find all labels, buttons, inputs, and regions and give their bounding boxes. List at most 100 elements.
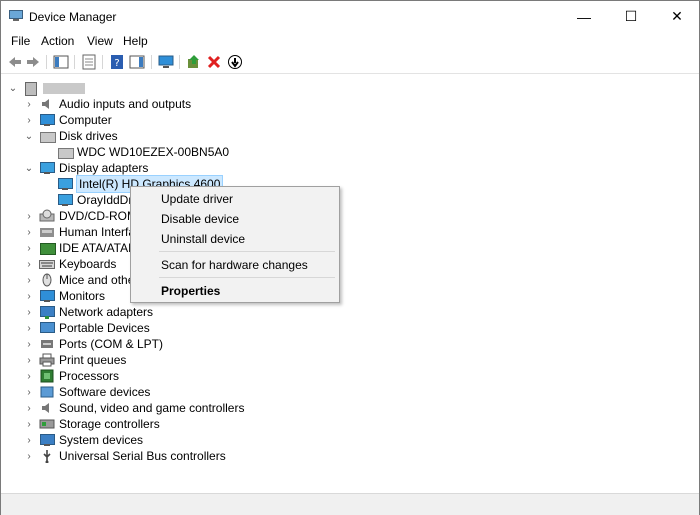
chevron-right-icon[interactable]: › xyxy=(23,320,35,336)
chevron-right-icon[interactable]: › xyxy=(23,432,35,448)
back-arrow-icon[interactable] xyxy=(7,54,23,70)
tree-item-label: Universal Serial Bus controllers xyxy=(59,449,226,463)
chevron-right-icon[interactable]: › xyxy=(23,288,35,304)
chevron-right-icon[interactable]: › xyxy=(23,304,35,320)
tree-item-ide-ata[interactable]: › IDE ATA/ATAPI xyxy=(23,240,139,256)
toolbar-separator xyxy=(74,55,75,69)
maximize-button[interactable]: ☐ xyxy=(608,1,654,32)
device-manager-icon xyxy=(9,10,23,21)
menu-help[interactable]: Help xyxy=(123,34,148,48)
toolbar-separator xyxy=(102,55,103,69)
monitor-icon xyxy=(39,289,55,303)
tree-root[interactable]: ⌄ xyxy=(7,80,85,96)
tree-item-sound-video[interactable]: › Sound, video and game controllers xyxy=(23,400,244,416)
chevron-right-icon[interactable]: › xyxy=(23,400,35,416)
tree-item-ports[interactable]: › Ports (COM & LPT) xyxy=(23,336,163,352)
chevron-right-icon[interactable]: › xyxy=(23,448,35,464)
maximize-icon: ☐ xyxy=(624,8,638,24)
forward-arrow-icon[interactable] xyxy=(25,54,41,70)
tree-item-usb-controllers[interactable]: › Universal Serial Bus controllers xyxy=(23,448,226,464)
tree-item-label: Computer xyxy=(59,113,112,127)
storage-controller-icon xyxy=(39,417,55,431)
tree-item-oray-idd-driver[interactable]: OrayIddDriv xyxy=(57,192,141,208)
system-device-icon xyxy=(39,433,55,447)
menu-item-disable-device[interactable]: Disable device xyxy=(161,212,239,226)
show-hide-console-tree-icon[interactable] xyxy=(53,54,69,70)
tree-item-label: Sound, video and game controllers xyxy=(59,401,245,415)
tree-item-portable-devices[interactable]: › Portable Devices xyxy=(23,320,149,336)
close-icon: ✕ xyxy=(671,8,683,24)
action-pane-icon[interactable] xyxy=(129,54,145,70)
toolbar-separator xyxy=(46,55,47,69)
window-title: Device Manager xyxy=(29,10,117,24)
tree-item-human-interface[interactable]: › Human Interfa xyxy=(23,224,135,240)
status-bar xyxy=(1,493,699,515)
tree-item-system-devices[interactable]: › System devices xyxy=(23,432,143,448)
tree-item-keyboards[interactable]: › Keyboards xyxy=(23,256,116,272)
tree-item-software-devices[interactable]: › Software devices xyxy=(23,384,150,400)
help-icon[interactable]: ? xyxy=(109,54,125,70)
scan-hardware-icon[interactable] xyxy=(158,54,174,70)
chevron-right-icon[interactable]: › xyxy=(23,240,35,256)
mouse-icon xyxy=(39,273,55,287)
display-adapter-icon xyxy=(57,177,73,191)
tree-item-label: Network adapters xyxy=(59,305,154,319)
uninstall-device-icon[interactable] xyxy=(206,54,222,70)
update-driver-icon[interactable] xyxy=(186,54,202,70)
chevron-right-icon[interactable]: › xyxy=(23,256,35,272)
port-icon xyxy=(39,337,55,351)
tree-item-wdc-drive[interactable]: WDC WD10EZEX-00BN5A0 xyxy=(57,144,229,160)
tree-item-label: Print queues xyxy=(59,353,127,367)
network-adapter-icon xyxy=(39,305,55,319)
chevron-right-icon[interactable]: › xyxy=(23,352,35,368)
tree-item-disk-drives[interactable]: ⌄ Disk drives xyxy=(23,128,118,144)
tree-item-network-adapters[interactable]: › Network adapters xyxy=(23,304,153,320)
tree-item-audio[interactable]: › Audio inputs and outputs xyxy=(23,96,191,112)
chevron-right-icon[interactable]: › xyxy=(23,112,35,128)
chevron-down-icon[interactable]: ⌄ xyxy=(7,80,19,96)
tree-item-mice[interactable]: › Mice and other xyxy=(23,272,138,288)
tree-item-display-adapters[interactable]: ⌄ Display adapters xyxy=(23,160,149,176)
tree-item-label: Human Interfa xyxy=(59,225,136,239)
chevron-right-icon[interactable]: › xyxy=(23,224,35,240)
chevron-right-icon[interactable]: › xyxy=(23,384,35,400)
title-bar: Device Manager — ☐ ✕ xyxy=(1,1,699,32)
tree-item-dvd-cdrom[interactable]: › DVD/CD-ROM xyxy=(23,208,137,224)
menu-item-uninstall-device[interactable]: Uninstall device xyxy=(161,232,245,246)
chevron-down-icon[interactable]: ⌄ xyxy=(23,160,35,176)
tree-item-processors[interactable]: › Processors xyxy=(23,368,119,384)
menu-item-scan-hardware[interactable]: Scan for hardware changes xyxy=(161,258,308,272)
properties-icon[interactable] xyxy=(81,54,97,70)
tree-item-label: Monitors xyxy=(59,289,106,303)
menu-view[interactable]: View xyxy=(87,34,113,48)
menu-item-properties[interactable]: Properties xyxy=(161,284,220,298)
menu-separator xyxy=(159,277,335,278)
tree-item-print-queues[interactable]: › Print queues xyxy=(23,352,126,368)
toolbar: ? xyxy=(1,51,699,74)
minimize-button[interactable]: — xyxy=(561,1,607,32)
context-menu: Update driver Disable device Uninstall d… xyxy=(130,186,340,303)
menu-file[interactable]: File xyxy=(11,34,30,48)
tree-item-monitors[interactable]: › Monitors xyxy=(23,288,105,304)
sound-icon xyxy=(39,401,55,415)
tree-item-storage-controllers[interactable]: › Storage controllers xyxy=(23,416,160,432)
disable-device-icon[interactable] xyxy=(227,54,243,70)
disk-drive-icon xyxy=(39,129,56,143)
menu-action[interactable]: Action xyxy=(41,34,74,48)
chevron-right-icon[interactable]: › xyxy=(23,416,35,432)
chevron-down-icon[interactable]: ⌄ xyxy=(23,128,35,144)
menu-item-update-driver[interactable]: Update driver xyxy=(161,192,233,206)
chevron-right-icon[interactable]: › xyxy=(23,208,35,224)
disk-drive-icon xyxy=(57,145,74,159)
minimize-icon: — xyxy=(577,8,591,25)
toolbar-separator xyxy=(151,55,152,69)
speaker-icon xyxy=(39,97,55,111)
tree-item-computer[interactable]: › Computer xyxy=(23,112,112,128)
chevron-right-icon[interactable]: › xyxy=(23,336,35,352)
chevron-right-icon[interactable]: › xyxy=(23,96,35,112)
tree-item-label: Ports (COM & LPT) xyxy=(59,337,164,351)
chevron-right-icon[interactable]: › xyxy=(23,368,35,384)
close-button[interactable]: ✕ xyxy=(654,1,700,32)
tree-item-label: Storage controllers xyxy=(59,417,160,431)
chevron-right-icon[interactable]: › xyxy=(23,272,35,288)
